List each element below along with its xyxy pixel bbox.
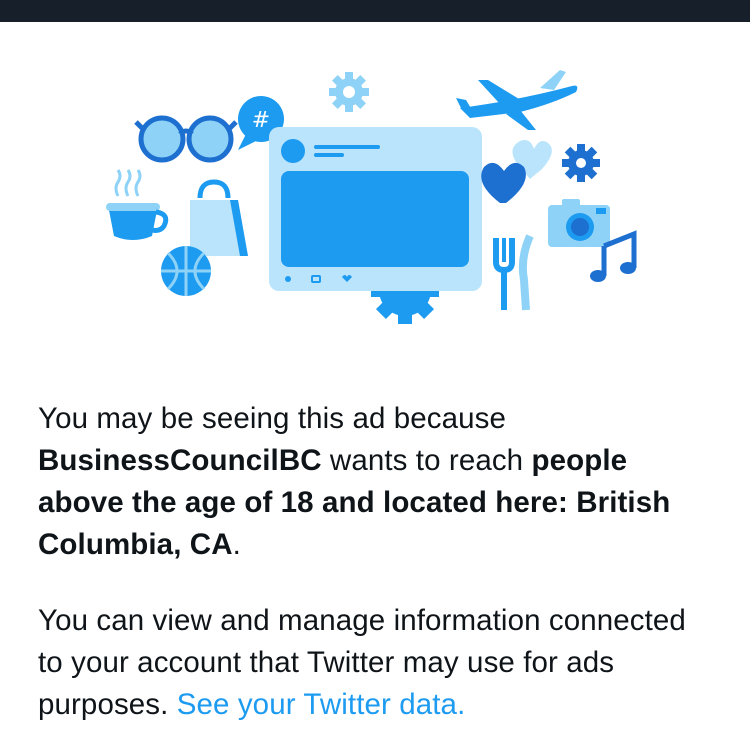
- ad-explanation-text: You may be seeing this ad because Busine…: [38, 398, 718, 566]
- ads-illustration: #: [106, 70, 637, 324]
- status-bar: [0, 0, 750, 22]
- hearts-icon: [481, 140, 552, 203]
- svg-text:#: #: [252, 108, 270, 133]
- explanation-prefix: You may be seeing this ad because: [38, 402, 506, 435]
- shopping-bag-icon: [190, 179, 248, 256]
- data-info-text: You can view and manage information conn…: [38, 600, 718, 726]
- advertiser-name: BusinessCouncilBC: [38, 444, 322, 477]
- airplane-icon: [456, 70, 578, 130]
- fork-knife-icon: [493, 234, 534, 311]
- ad-info-content: You may be seeing this ad because Busine…: [38, 398, 718, 726]
- gear-icon: [562, 144, 600, 182]
- tweet-card-icon: [269, 127, 482, 291]
- basketball-icon: [161, 246, 211, 296]
- explanation-middle: wants to reach: [321, 444, 532, 477]
- explanation-suffix: .: [232, 528, 241, 561]
- camera-icon: [548, 199, 610, 247]
- gear-icon: [329, 72, 369, 112]
- coffee-cup-icon: [106, 169, 169, 240]
- sunglasses-icon: [134, 115, 238, 163]
- see-twitter-data-link[interactable]: See your Twitter data.: [177, 688, 466, 721]
